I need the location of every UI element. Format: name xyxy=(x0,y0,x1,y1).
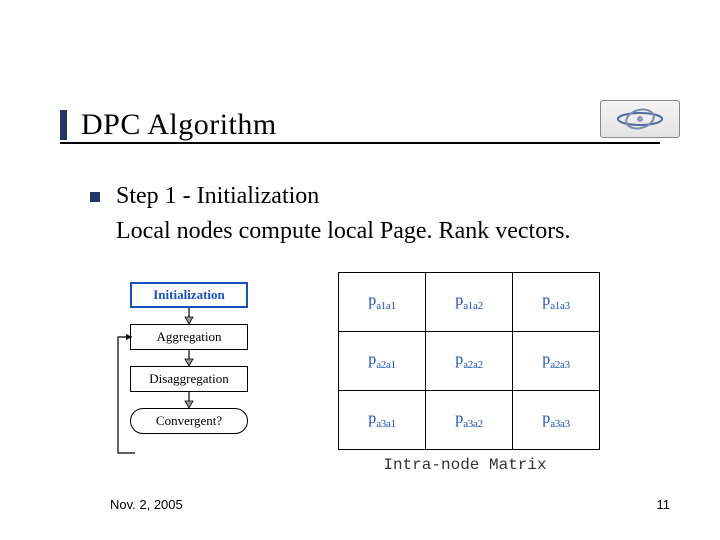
slide-title: DPC Algorithm xyxy=(81,108,277,142)
logo-graphic xyxy=(615,108,665,130)
intra-node-matrix: pa1a1 pa1a2 pa1a3 pa2a1 pa2a2 pa2a3 pa3a… xyxy=(338,272,600,450)
title-underline xyxy=(60,142,660,144)
flow-step-label: Aggregation xyxy=(157,329,222,345)
title-accent-bar xyxy=(60,110,67,140)
matrix-cell: pa2a2 xyxy=(426,332,513,391)
matrix-cell: pa2a3 xyxy=(513,332,600,391)
flowchart: Initialization Aggregation Disaggregatio… xyxy=(130,282,300,434)
matrix-figure: pa1a1 pa1a2 pa1a3 pa2a1 pa2a2 pa2a3 pa3a… xyxy=(338,272,592,474)
footer-date: Nov. 2, 2005 xyxy=(110,497,183,512)
flow-arrow-down-icon xyxy=(130,350,248,366)
title-row: DPC Algorithm xyxy=(60,100,680,142)
bullet-line-1: Step 1 - Initialization xyxy=(90,180,680,214)
logo-badge xyxy=(600,100,680,138)
slide: DPC Algorithm Step 1 - Initialization Lo… xyxy=(0,0,720,540)
title-left: DPC Algorithm xyxy=(60,108,277,142)
square-bullet-icon xyxy=(90,192,100,202)
body-bullet: Step 1 - Initialization Local nodes comp… xyxy=(90,180,680,248)
matrix-cell: pa1a3 xyxy=(513,273,600,332)
matrix-cell: pa1a2 xyxy=(426,273,513,332)
flow-step-disaggregation: Disaggregation xyxy=(130,366,248,392)
matrix-cell: pa1a1 xyxy=(339,273,426,332)
flow-step-initialization: Initialization xyxy=(130,282,248,308)
flow-arrow-down-icon xyxy=(130,392,248,408)
bullet-text-2: Local nodes compute local Page. Rank vec… xyxy=(116,214,680,249)
bullet-text-1: Step 1 - Initialization xyxy=(116,180,319,214)
flow-arrow-down-icon xyxy=(130,308,248,324)
matrix-cell: pa2a1 xyxy=(339,332,426,391)
flow-step-label: Disaggregation xyxy=(149,371,228,387)
flow-step-label: Convergent? xyxy=(156,413,222,429)
flow-step-convergent: Convergent? xyxy=(130,408,248,434)
matrix-cell: pa3a3 xyxy=(513,391,600,450)
matrix-caption: Intra-node Matrix xyxy=(338,456,592,474)
flow-step-aggregation: Aggregation xyxy=(130,324,248,350)
footer-page-number: 11 xyxy=(657,497,671,512)
matrix-cell: pa3a1 xyxy=(339,391,426,450)
flow-step-label: Initialization xyxy=(153,287,225,303)
matrix-cell: pa3a2 xyxy=(426,391,513,450)
